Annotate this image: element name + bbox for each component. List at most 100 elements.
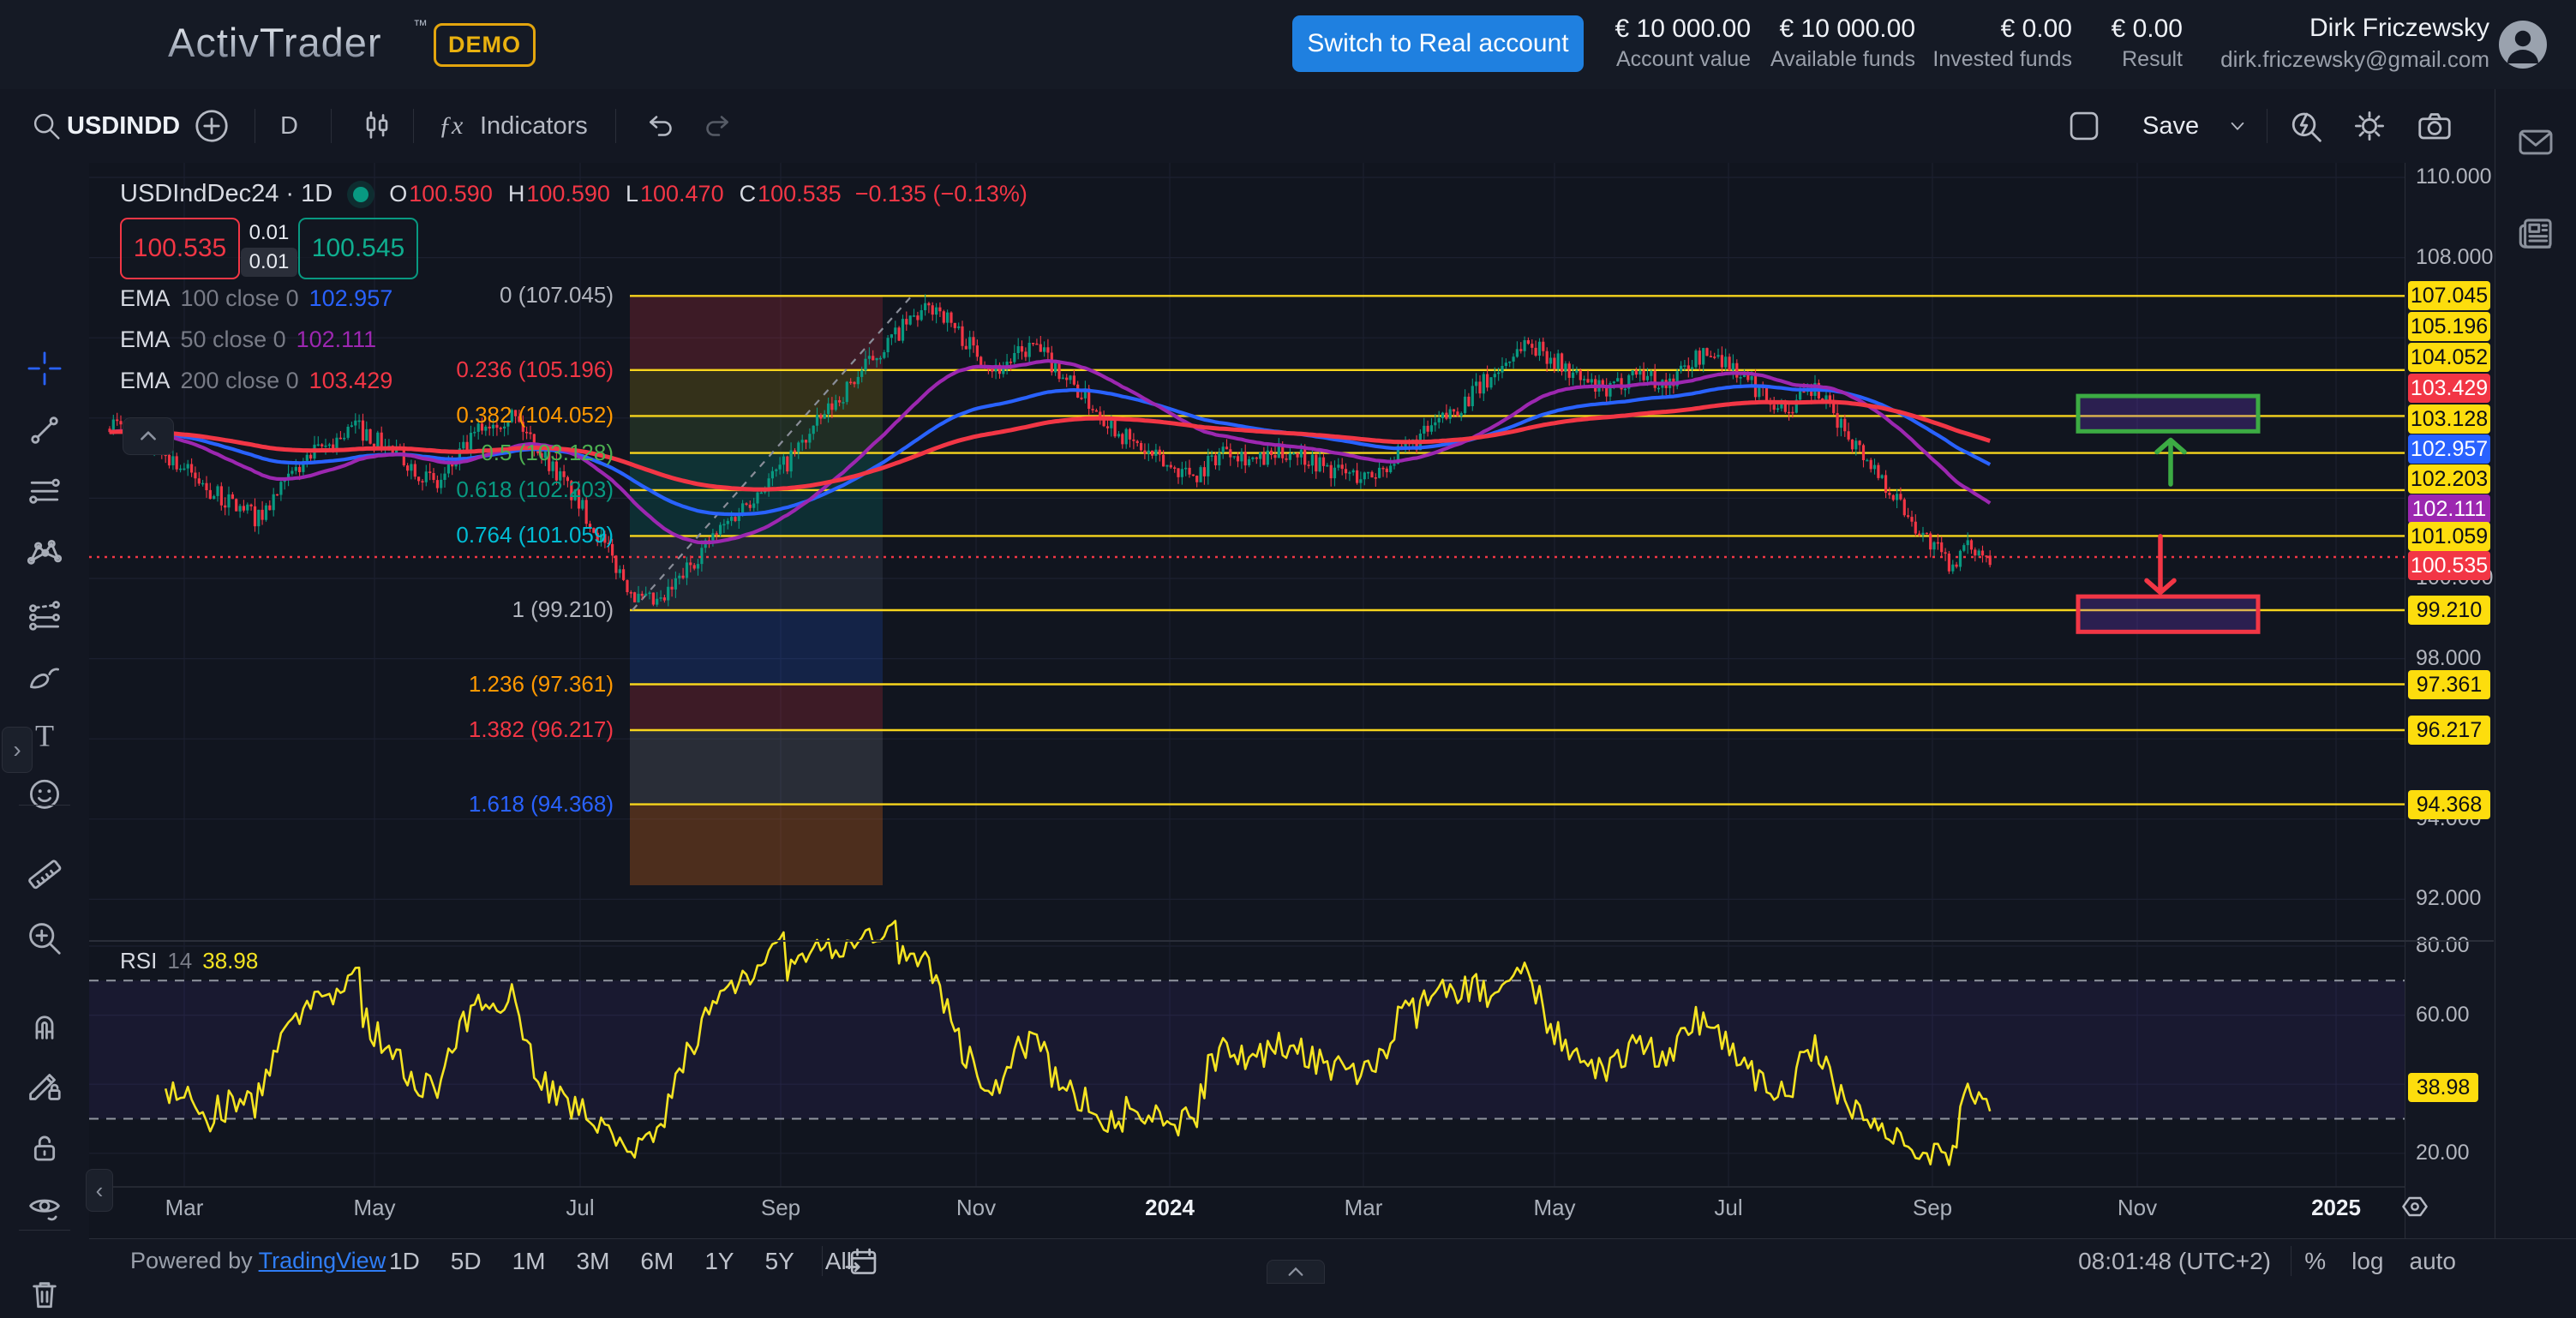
activtrader-app: ActivTrader ™ DEMO Switch to Real accoun… [0,0,2576,1282]
news-icon[interactable] [2515,213,2556,254]
change-value: −0.135 (−0.13%) [855,181,1027,207]
hide-all-drawings-icon[interactable] [25,1187,64,1226]
ema-legend[interactable]: EMA200 close 0103.429 [120,368,392,394]
lock-all-drawings-icon[interactable] [25,1129,64,1168]
account-stat: € 10 000.00Available funds [1770,13,1915,73]
price-tick: 92.000 [2416,886,2481,911]
time-axis-label: May [1533,1195,1575,1221]
time-axis-label: Mar [1345,1195,1383,1221]
auto-scale-toggle[interactable]: auto [2410,1248,2457,1275]
go-to-date-icon[interactable] [843,1243,881,1281]
remove-all-drawings-icon[interactable] [25,1274,64,1314]
rsi-legend[interactable]: RSI1438.98 [120,948,258,974]
price-badge-last: 100.535 [2408,551,2490,580]
right-rail [2495,89,2576,1282]
rsi-tick: 80.00 [2416,933,2470,958]
ema-legend[interactable]: EMA50 close 0102.111 [120,327,376,353]
symbol-search-input[interactable]: USDINDD [67,89,180,163]
timeline-collapse-left[interactable]: ‹ [86,1169,113,1212]
range-button-5d[interactable]: 5D [451,1248,482,1275]
account-stat: € 0.00Result [2112,13,2183,73]
fib-level-label: 1.382 (96.217) [0,716,614,743]
stat-label: Available funds [1770,45,1915,73]
demo-badge: DEMO [434,23,536,67]
range-button-1d[interactable]: 1D [389,1248,420,1275]
ohlc-pair: L100.470 [626,181,724,207]
top-header: ActivTrader ™ DEMO Switch to Real accoun… [0,0,2576,90]
powered-by-text: Powered by [130,1248,253,1273]
scale-options: % log auto [2304,1248,2456,1275]
spread-values: 0.01 0.01 [240,221,298,277]
zoom-in-icon[interactable] [25,919,64,958]
clock-timezone[interactable]: 08:01:48 (UTC+2) [2078,1248,2271,1275]
price-badge-fib: 97.361 [2408,670,2490,699]
rsi-tick: 20.00 [2416,1141,2470,1165]
switch-to-real-account-button[interactable]: Switch to Real account [1292,15,1584,72]
avatar[interactable] [2499,21,2547,69]
range-button-3m[interactable]: 3M [577,1248,610,1275]
price-badge-ema200: 103.429 [2408,374,2490,403]
price-badge-fib: 107.045 [2408,281,2490,310]
user-block[interactable]: Dirk Friczewsky dirk.friczewsky@gmail.co… [2220,11,2489,73]
price-badge-fib: 102.203 [2408,464,2490,494]
indicators-button[interactable]: Indicators [480,89,588,163]
range-button-5y[interactable]: 5Y [765,1248,794,1275]
rsi-tick: 60.00 [2416,1003,2470,1027]
mail-icon[interactable] [2515,122,2556,163]
settings-gear-icon[interactable] [2350,89,2389,163]
ohlc-pair: H100.590 [508,181,610,207]
object-tree-expander[interactable]: › [2,727,33,773]
fib-level-label: 0.5 (103.128) [0,440,614,466]
buy-button[interactable]: 100.545 [298,218,418,279]
bottom-panel-expander[interactable] [1267,1260,1325,1284]
percent-scale-toggle[interactable]: % [2304,1248,2326,1275]
range-button-6m[interactable]: 6M [640,1248,674,1275]
price-badge-ema50: 102.111 [2408,494,2490,524]
price-badge-fib: 101.059 [2408,522,2490,551]
scales-settings-hexagon-icon[interactable] [2398,1189,2432,1224]
time-axis-label: May [353,1195,395,1221]
compare-add-symbol-icon[interactable] [192,89,231,163]
undo-icon[interactable] [641,89,677,163]
powered-by: Powered by TradingView [130,1248,386,1274]
ruler-icon[interactable] [25,854,64,894]
interval-button[interactable]: D [280,89,298,163]
save-button[interactable]: Save [2142,89,2199,163]
save-menu-chevron-icon[interactable] [2225,89,2250,163]
time-axis-label: Sep [1913,1195,1952,1221]
time-axis-label: 2025 [2311,1195,2361,1221]
range-button-1y[interactable]: 1Y [704,1248,734,1275]
pane-separator[interactable] [89,940,2494,942]
panel-expander-chevron-up[interactable] [123,417,174,455]
stat-label: Account value [1615,45,1751,73]
price-scale[interactable]: 110.000108.000100.00098.00096.00094.0009… [2405,163,2495,1238]
market-status-dot[interactable] [353,187,368,202]
snapshot-camera-icon[interactable] [2415,89,2454,163]
magnet-icon[interactable] [25,1004,64,1044]
fx-icon[interactable]: ƒx [439,89,463,163]
redo-icon[interactable] [701,89,737,163]
chart-style-icon[interactable] [358,89,396,163]
chart-canvas[interactable] [89,163,2405,1238]
symbol-search-icon[interactable] [29,89,63,163]
toolbar-divider [615,109,616,143]
user-name: Dirk Friczewsky [2220,11,2489,45]
ema-legend[interactable]: EMA100 close 0102.957 [120,285,392,312]
time-axis-label: Nov [2118,1195,2157,1221]
time-axis-label: Nov [956,1195,996,1221]
log-scale-toggle[interactable]: log [2351,1248,2383,1275]
tradingview-link[interactable]: TradingView [259,1248,386,1273]
sell-button[interactable]: 100.535 [120,218,240,279]
rsi-value-badge: 38.98 [2408,1073,2478,1102]
layout-select-icon[interactable] [2065,89,2103,163]
range-button-1m[interactable]: 1M [512,1248,546,1275]
ohlc-values: O100.590H100.590L100.470C100.535 [389,181,841,207]
quick-search-icon[interactable] [2286,89,2326,163]
price-badge-fib: 96.217 [2408,716,2490,745]
stat-label: Invested funds [1932,45,2072,73]
toolbar-divider [413,109,414,143]
draw-mode-icon[interactable] [25,1065,64,1105]
stat-label: Result [2112,45,2183,73]
time-axis-label: Sep [761,1195,800,1221]
symbol-title[interactable]: USDIndDec24 · 1D [120,180,332,208]
